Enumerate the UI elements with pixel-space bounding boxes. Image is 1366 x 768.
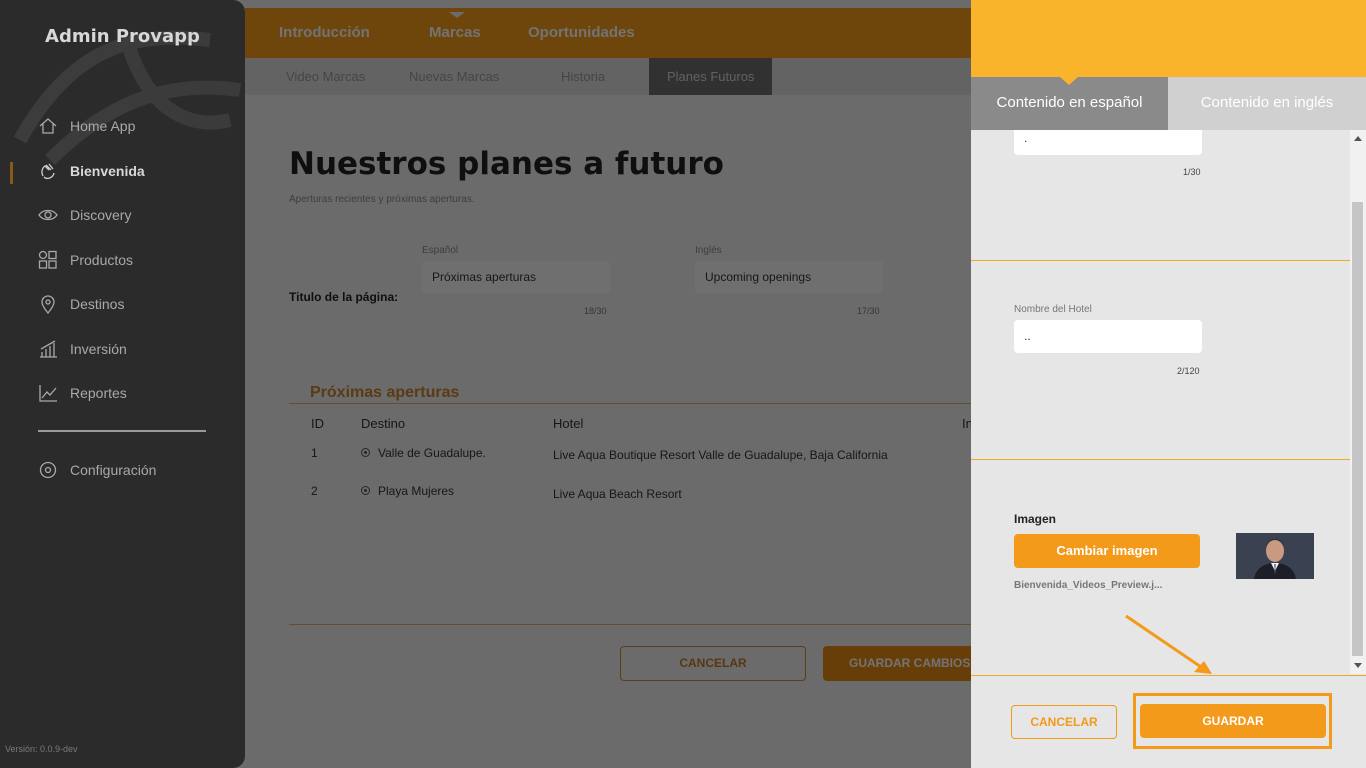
bar-chart-icon (40, 340, 57, 358)
sidebar-item-label: Bienvenida (70, 163, 145, 179)
scroll-up-arrow[interactable] (1354, 136, 1362, 141)
sidebar-item-destinos[interactable]: Destinos (38, 294, 124, 314)
change-image-button[interactable]: Cambiar imagen (1014, 534, 1200, 568)
sidebar-item-label: Configuración (70, 462, 157, 478)
image-label: Imagen (1014, 512, 1057, 526)
panel-header (971, 0, 1366, 77)
radio-icon[interactable] (361, 486, 370, 495)
active-indicator (10, 162, 13, 184)
subtab-historia[interactable]: Historia (543, 58, 623, 95)
scroll-thumb[interactable] (1352, 202, 1363, 656)
cancel-button[interactable]: CANCELAR (620, 646, 806, 681)
sidebar: Admin Provapp Home App Bienvenida Discov… (0, 0, 245, 768)
spanish-char-counter: 18/30 (584, 306, 607, 316)
tab-introduccion[interactable]: Introducción (279, 24, 370, 41)
hotel-char-counter: 2/120 (1177, 366, 1200, 376)
active-tab-caret (449, 12, 465, 18)
edit-panel: Contenido en español Contenido en inglés… (971, 0, 1366, 768)
sidebar-item-label: Discovery (70, 207, 132, 223)
sidebar-item-label: Reportes (70, 385, 127, 401)
subtab-nuevas-marcas[interactable]: Nuevas Marcas (391, 58, 517, 95)
sidebar-divider (38, 430, 206, 432)
table-header-destino: Destino (361, 416, 406, 431)
table-header-id: ID (311, 416, 324, 431)
image-filename: Bienvenida_Videos_Preview.j... (1014, 580, 1163, 591)
spanish-heading: Español (422, 245, 459, 256)
row-destino: Playa Mujeres (361, 484, 454, 498)
panel-scroll-area: . 1/30 Nombre del Hotel .. 2/120 Imagen … (971, 130, 1350, 674)
hotel-name-label: Nombre del Hotel (1014, 304, 1092, 315)
sidebar-item-productos[interactable]: Productos (38, 250, 133, 270)
page-title-label: Titulo de la página: (289, 290, 399, 304)
field-input[interactable]: . (1014, 130, 1202, 155)
sidebar-item-configuracion[interactable]: Configuración (38, 460, 156, 480)
sidebar-item-bienvenida[interactable]: Bienvenida (38, 161, 145, 181)
panel-divider (971, 260, 1350, 261)
version-label: Versión: 0.0.9-dev (5, 744, 78, 754)
title-spanish-input[interactable]: Próximas aperturas (422, 261, 610, 293)
sidebar-item-label: Inversión (70, 341, 127, 357)
page-subtitle: Aperturas recientes y próximas aperturas… (289, 194, 475, 205)
hotel-name-input[interactable]: .. (1014, 320, 1202, 353)
location-pin-icon (41, 295, 55, 314)
table-header-hotel: Hotel (553, 416, 584, 431)
gear-icon (39, 461, 57, 479)
english-heading: Inglés (695, 245, 722, 256)
home-icon (39, 118, 57, 134)
sidebar-item-discovery[interactable]: Discovery (38, 205, 131, 225)
waving-hand-icon (41, 163, 55, 180)
english-char-counter: 17/30 (857, 306, 880, 316)
tab-contenido-ingles[interactable]: Contenido en inglés (1168, 77, 1366, 130)
scroll-down-arrow[interactable] (1354, 663, 1362, 668)
radio-icon[interactable] (361, 448, 370, 457)
sidebar-item-inversion[interactable]: Inversión (38, 339, 127, 359)
grid-icon (38, 250, 57, 269)
image-thumbnail (1236, 533, 1314, 579)
subtab-planes-futuros[interactable]: Planes Futuros (649, 58, 773, 95)
panel-cancel-button[interactable]: CANCELAR (1011, 705, 1117, 739)
title-english-input[interactable]: Upcoming openings (695, 261, 883, 293)
annotation-arrow-icon (1125, 614, 1212, 674)
sidebar-item-reportes[interactable]: Reportes (38, 383, 127, 403)
subtab-video-marcas[interactable]: Video Marcas (268, 58, 383, 95)
line-chart-icon (39, 385, 57, 402)
tab-oportunidades[interactable]: Oportunidades (528, 24, 635, 41)
row-hotel: Live Aqua Beach Resort (553, 487, 682, 501)
row-id: 2 (311, 484, 318, 498)
page-title: Nuestros planes a futuro (289, 146, 724, 182)
sidebar-item-label: Productos (70, 252, 134, 268)
row-destino: Valle de Guadalupe. (361, 446, 486, 460)
section-title: Próximas aperturas (310, 384, 460, 401)
active-tab-caret (1060, 77, 1078, 85)
eye-icon (38, 209, 58, 221)
app-brand: Admin Provapp (45, 26, 200, 47)
panel-divider (971, 459, 1350, 460)
field-char-counter: 1/30 (1183, 167, 1201, 177)
sidebar-item-home-app[interactable]: Home App (38, 116, 135, 136)
row-id: 1 (311, 446, 318, 460)
sidebar-item-label: Destinos (70, 296, 125, 312)
sidebar-item-label: Home App (70, 118, 136, 134)
panel-save-button[interactable]: GUARDAR (1140, 704, 1326, 738)
tab-marcas[interactable]: Marcas (429, 24, 481, 41)
panel-scrollbar[interactable] (1350, 130, 1366, 674)
row-hotel: Live Aqua Boutique Resort Valle de Guada… (553, 448, 888, 462)
